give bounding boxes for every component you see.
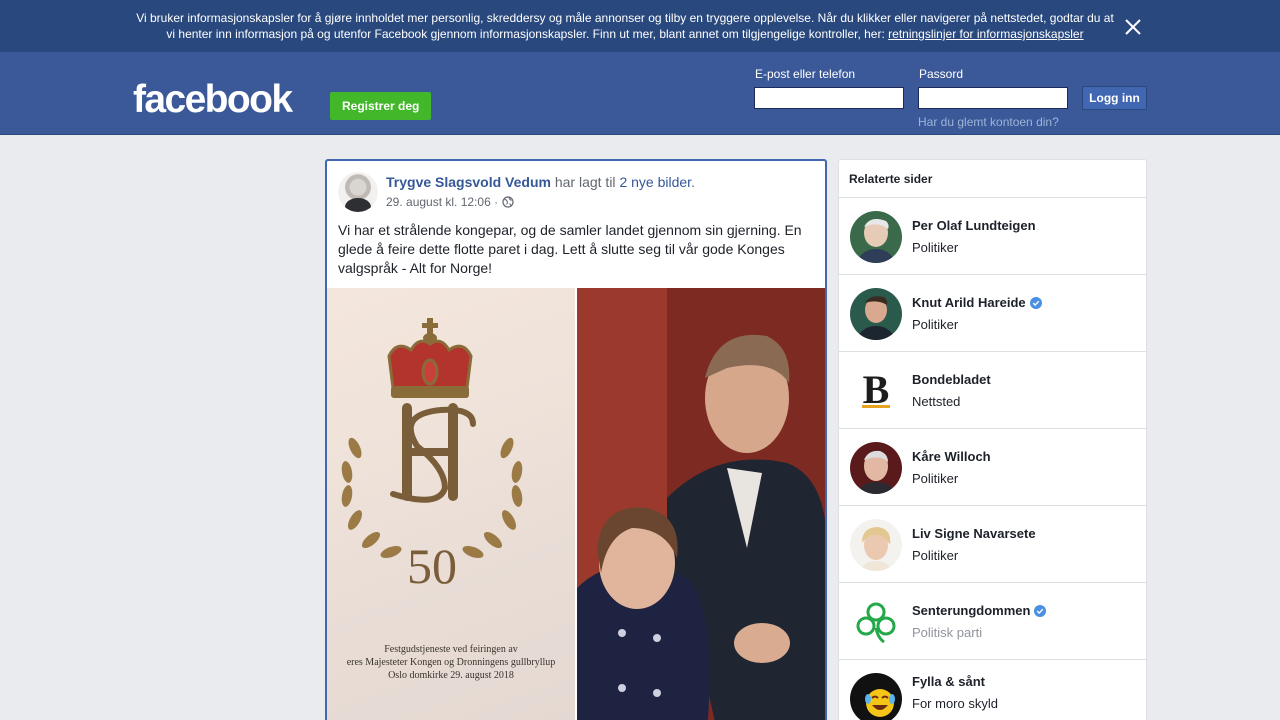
related-page-item[interactable]: Fylla & sånt For moro skyld (839, 660, 1146, 720)
related-page-item[interactable]: Senterungdommen Politisk parti (839, 583, 1146, 660)
related-page-item[interactable]: Knut Arild Hareide Politiker (839, 275, 1146, 352)
related-page-category: Nettsted (912, 394, 961, 409)
verified-badge-icon (1029, 296, 1042, 309)
royal-monogram-illustration: 50 (341, 318, 523, 594)
related-page-avatar[interactable] (850, 673, 902, 720)
post-author-name[interactable]: Trygve Slagsvold Vedum (386, 174, 551, 190)
related-pages-title: Relaterte sider (839, 160, 1146, 198)
related-page-category: Politiker (912, 471, 959, 486)
post-photo-invitation[interactable]: 50 Festgudstjeneste ved feiringen av ere… (327, 288, 575, 720)
cookie-banner: Vi bruker informasjonskapsler for å gjør… (0, 0, 1280, 52)
related-page-avatar[interactable] (850, 596, 902, 648)
email-field[interactable] (754, 87, 904, 109)
clover-icon (850, 596, 902, 648)
close-icon[interactable] (1122, 16, 1144, 38)
invitation-caption-line3: Oslo domkirke 29. august 2018 (388, 670, 514, 681)
related-page-name[interactable]: Kåre Willoch (912, 449, 991, 464)
related-page-name[interactable]: Fylla & sånt (912, 674, 985, 689)
related-page-item[interactable]: Liv Signe Navarsete Politiker (839, 506, 1146, 583)
related-pages-panel: Relaterte sider Per Olaf Lundteigen Poli… (838, 159, 1147, 720)
facebook-logo[interactable]: facebook (133, 78, 293, 122)
related-page-avatar[interactable] (850, 211, 902, 263)
post-photo-couple[interactable] (577, 288, 825, 720)
laughing-emoji-icon (850, 673, 902, 720)
cookie-policy-link[interactable]: retningslinjer for informasjonskapsler (888, 27, 1083, 41)
globe-icon (502, 196, 514, 208)
cookie-text-line2: vi henter inn informasjon på og utenfor … (166, 27, 889, 41)
related-page-category: Politisk parti (912, 625, 983, 640)
related-page-name[interactable]: Bondebladet (912, 372, 991, 387)
post-timestamp: 29. august kl. 12:06 · (386, 195, 514, 209)
post-text: Vi har et strålende kongepar, og de saml… (338, 222, 802, 276)
crown-icon (387, 318, 473, 398)
related-page-item[interactable]: Per Olaf Lundteigen Politiker (839, 198, 1146, 275)
related-page-avatar[interactable] (850, 288, 902, 340)
related-page-name[interactable]: Senterungdommen (912, 603, 1047, 618)
password-label: Passord (919, 67, 964, 81)
related-page-name[interactable]: Knut Arild Hareide (912, 295, 1042, 310)
invitation-caption-line1: Festgudstjeneste ved feiringen av (384, 644, 518, 655)
related-page-category: Politiker (912, 317, 959, 332)
royal-couple-photo (577, 288, 825, 720)
login-button[interactable]: Logg inn (1082, 86, 1147, 110)
register-button[interactable]: Registrer deg (330, 92, 432, 120)
related-page-item[interactable]: B Bondebladet Nettsted (839, 352, 1146, 429)
invitation-caption: Festgudstjeneste ved feiringen av eres M… (327, 643, 575, 682)
post-card: Trygve Slagsvold Vedum har lagt til 2 ny… (325, 159, 827, 720)
invitation-caption-line2: eres Majesteter Kongen og Dronningens gu… (346, 657, 556, 668)
post-photos-link[interactable]: 2 nye bilder (619, 174, 691, 190)
verified-badge-icon (1034, 604, 1047, 617)
anniversary-number: 50 (407, 538, 457, 594)
related-page-name[interactable]: Per Olaf Lundteigen (912, 218, 1036, 233)
related-page-item[interactable]: Kåre Willoch Politiker (839, 429, 1146, 506)
cookie-text-line1: Vi bruker informasjonskapsler for å gjør… (136, 11, 1114, 25)
related-page-category: For moro skyld (912, 696, 998, 711)
related-page-category: Politiker (912, 240, 959, 255)
password-field[interactable] (918, 87, 1068, 109)
related-page-avatar[interactable]: B (850, 365, 902, 417)
cookie-banner-text: Vi bruker informasjonskapsler for å gjør… (130, 10, 1120, 42)
hs-monogram (390, 403, 476, 503)
post-action-end: . (691, 174, 695, 190)
related-page-name[interactable]: Liv Signe Navarsete (912, 526, 1036, 541)
forgot-account-link[interactable]: Har du glemt kontoen din? (918, 115, 1059, 129)
post-action-text: har lagt til (550, 174, 620, 190)
post-header: Trygve Slagsvold Vedum har lagt til 2 ny… (386, 174, 695, 190)
post-time-text[interactable]: 29. august kl. 12:06 · (386, 195, 498, 209)
email-label: E-post eller telefon (755, 67, 856, 81)
post-author-avatar[interactable] (338, 172, 378, 212)
related-page-category: Politiker (912, 548, 959, 563)
related-page-avatar[interactable] (850, 442, 902, 494)
related-page-avatar[interactable] (850, 519, 902, 571)
